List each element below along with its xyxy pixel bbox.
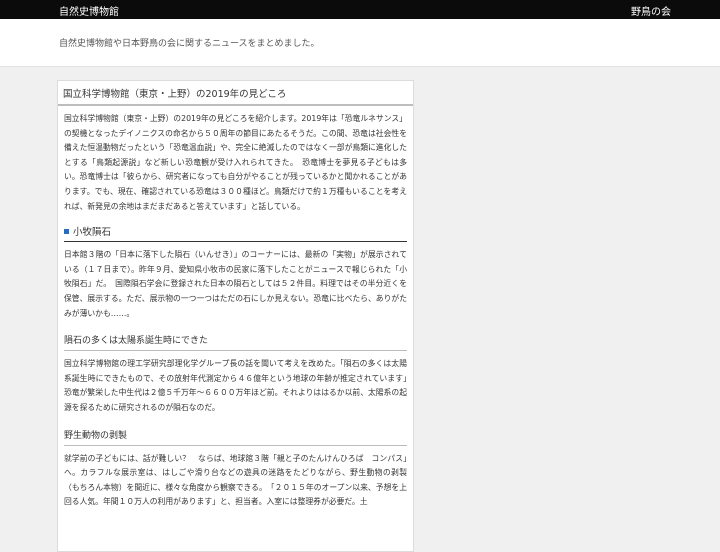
article-title[interactable]: 国立科学博物館（東京・上野）の2019年の見どころ xyxy=(58,81,413,106)
article-card: 国立科学博物館（東京・上野）の2019年の見どころ 国立科学博物館（東京・上野）… xyxy=(57,80,414,552)
square-bullet-icon xyxy=(64,228,69,234)
nav-link-wild-bird-society[interactable]: 野鳥の会 xyxy=(631,3,671,18)
section-heading-meteorite-origin: 隕石の多くは太陽系誕生時にできた xyxy=(64,333,407,352)
site-header: 自然史博物館や日本野鳥の会に関するニュースをまとめました。 xyxy=(0,19,720,67)
site-name[interactable]: 自然史博物館 xyxy=(59,3,119,18)
section-heading-text: 小牧隕石 xyxy=(73,227,112,239)
site-description: 自然史博物館や日本野鳥の会に関するニュースをまとめました。 xyxy=(59,39,320,49)
section-heading-wildlife-specimens: 野生動物の剥製 xyxy=(64,428,407,446)
section-paragraph: 国立科学博物館の理工学研究部理化学グループ長の話を聞いて考えを改めた。「隕石の多… xyxy=(64,359,413,412)
section-paragraph: 就学前の子どもには、話が難しい？ ならば、地球館３階「親と子のたんけんひろば コ… xyxy=(64,453,407,507)
top-bar: 自然史博物館 野鳥の会 xyxy=(0,0,720,19)
article-intro: 国立科学博物館（東京・上野）の2019年の見どころを紹介します。2019年は「恐… xyxy=(64,114,407,211)
section-paragraph: 日本館３階の「日本に落下した隕石（いんせき）」のコーナーには、最新の「実物」が展… xyxy=(64,250,407,318)
section-heading-komaki-meteorite: 小牧隕石 xyxy=(64,224,407,243)
